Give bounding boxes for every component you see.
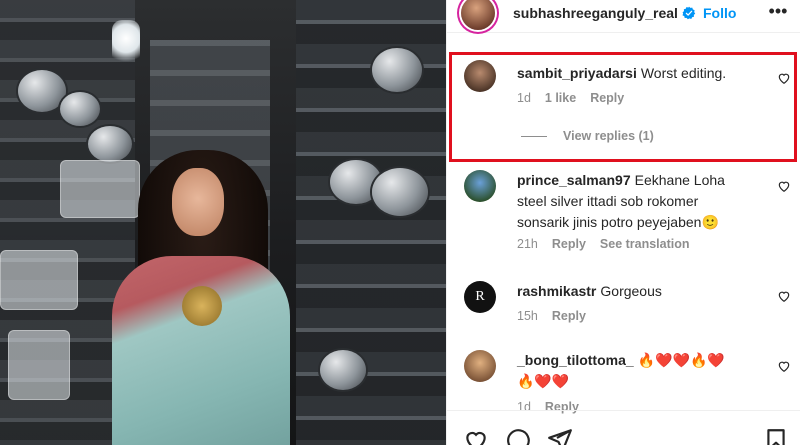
heart-icon[interactable] bbox=[777, 359, 791, 373]
steel-pot bbox=[60, 92, 100, 126]
comment-username[interactable]: rashmikastr bbox=[517, 283, 596, 299]
commenter-avatar[interactable] bbox=[464, 350, 496, 382]
comment-time: 15h bbox=[517, 309, 538, 323]
steel-pot bbox=[18, 70, 66, 112]
steel-pot bbox=[320, 350, 366, 390]
verified-badge-icon bbox=[682, 6, 696, 20]
comment-username[interactable]: _bong_tilottoma_ bbox=[517, 352, 634, 368]
woman-saree bbox=[112, 256, 290, 445]
commenter-avatar[interactable] bbox=[464, 170, 496, 202]
post-photo[interactable] bbox=[0, 0, 446, 445]
more-options-icon[interactable]: ••• bbox=[767, 2, 789, 20]
reply-button[interactable]: Reply bbox=[552, 309, 586, 323]
action-bar bbox=[447, 410, 800, 445]
reply-button[interactable]: Reply bbox=[552, 237, 586, 251]
steel-pot bbox=[372, 48, 422, 92]
follow-button[interactable]: Follo bbox=[703, 5, 749, 21]
like-icon[interactable] bbox=[463, 427, 489, 445]
plastic-bag bbox=[60, 160, 140, 218]
save-icon[interactable] bbox=[763, 427, 789, 445]
commenter-avatar[interactable]: R bbox=[464, 281, 496, 313]
author-avatar[interactable] bbox=[461, 0, 495, 30]
comment-username[interactable]: prince_salman97 bbox=[517, 172, 631, 188]
plastic-bag bbox=[0, 250, 78, 310]
steel-pot bbox=[88, 126, 132, 162]
comment-text-block: rashmikastr Gorgeous bbox=[517, 281, 757, 302]
comment-meta: 15h Reply bbox=[517, 309, 600, 323]
post-header: subhashreeganguly_real Follo ••• bbox=[447, 0, 800, 33]
heart-icon[interactable] bbox=[777, 179, 791, 193]
comment-meta: 21h Reply See translation bbox=[517, 237, 704, 251]
shelf-right bbox=[296, 0, 446, 445]
ceiling-lamp bbox=[112, 20, 140, 66]
woman-face bbox=[172, 168, 224, 236]
comment-text-block: prince_salman97 Eekhane Loha steel silver… bbox=[517, 170, 749, 233]
steel-pot bbox=[372, 168, 428, 216]
see-translation-button[interactable]: See translation bbox=[600, 237, 690, 251]
comment-text-block: _bong_tilottoma_ 🔥❤️❤️🔥❤️🔥❤️❤️ bbox=[517, 350, 737, 392]
comment-time: 21h bbox=[517, 237, 538, 251]
heart-icon[interactable] bbox=[777, 289, 791, 303]
comment-body: Gorgeous bbox=[600, 283, 662, 299]
comment-icon[interactable] bbox=[505, 427, 531, 445]
plastic-bag bbox=[8, 330, 70, 400]
author-username[interactable]: subhashreeganguly_real bbox=[513, 5, 678, 21]
highlight-box bbox=[449, 52, 797, 162]
share-icon[interactable] bbox=[547, 427, 573, 445]
